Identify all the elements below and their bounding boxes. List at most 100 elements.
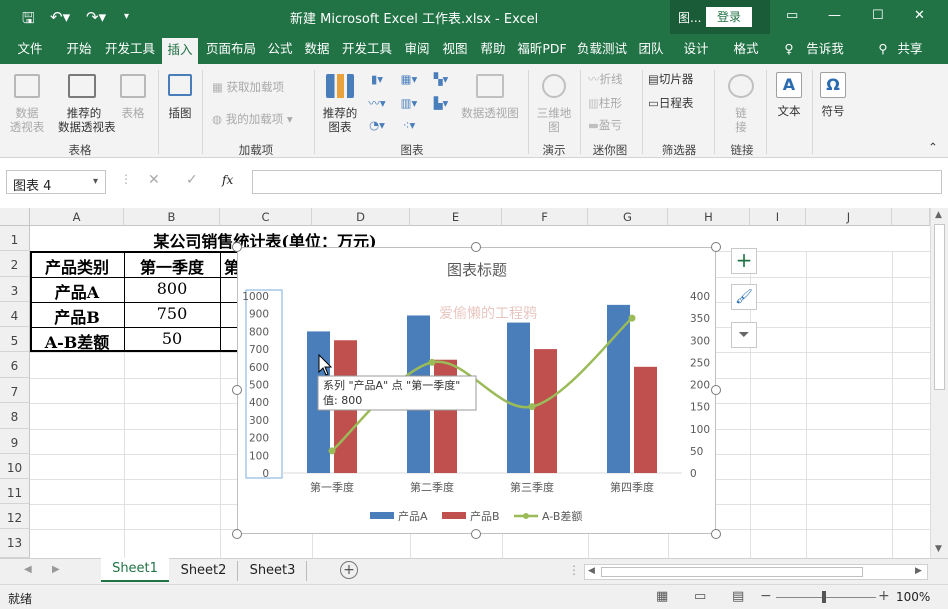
pivot-chart-button[interactable]: 数据透视图 — [458, 106, 522, 120]
column-header-g[interactable]: G — [588, 208, 668, 226]
tab-help[interactable]: 帮助 — [476, 34, 510, 64]
combo-chart-icon[interactable]: ▙▾ — [428, 96, 454, 110]
zoom-slider-thumb[interactable] — [822, 591, 826, 603]
enter-icon[interactable]: ✓ — [186, 172, 198, 188]
waterfall-chart-icon[interactable]: ▚▾ — [428, 72, 454, 86]
formula-input[interactable] — [252, 170, 942, 194]
name-box[interactable]: 图表 4 ▾ — [6, 170, 106, 194]
chart-object[interactable]: 爱偷懒的工程鸦 图表标题 0 100 200 300 400 500 600 700 800 900 1… — [237, 247, 716, 534]
tab-format[interactable]: 格式 — [726, 34, 766, 64]
resize-handle-sw[interactable] — [232, 529, 242, 539]
row-header-6[interactable]: 6 — [0, 352, 30, 378]
tab-page-layout[interactable]: 页面布局 — [202, 34, 260, 64]
scroll-right-icon[interactable]: ▶ — [915, 566, 922, 576]
row-header-5[interactable]: 5 — [0, 327, 30, 352]
recommended-charts-button[interactable]: 推荐的 图表 — [318, 106, 362, 134]
column-header-c[interactable]: C — [220, 208, 312, 226]
column-header-i[interactable]: I — [750, 208, 806, 226]
timeline-button[interactable]: ▭日程表 — [648, 96, 708, 110]
resize-handle-se[interactable] — [711, 529, 721, 539]
prev-sheet-icon[interactable]: ◀ — [24, 564, 32, 575]
column-header-j[interactable]: J — [806, 208, 892, 226]
resize-handle-e[interactable] — [711, 385, 721, 395]
column-header-k[interactable] — [892, 208, 930, 226]
chart-styles-brush-icon[interactable]: 🖌 — [731, 284, 757, 310]
pivot-table-button[interactable]: 数据 透视表 — [4, 106, 50, 134]
column-chart-icon[interactable]: ▮▾ — [364, 72, 390, 86]
tab-review[interactable]: 审阅 — [400, 34, 434, 64]
tab-design[interactable]: 设计 — [676, 34, 716, 64]
pie-chart-icon[interactable]: ◔▾ — [364, 118, 390, 132]
line-chart-icon[interactable]: 〰▾ — [364, 96, 390, 110]
split-handle-icon[interactable]: ⋮ — [568, 563, 580, 577]
collapse-ribbon-icon[interactable]: ⌃ — [926, 140, 940, 154]
scroll-down-icon[interactable]: ▼ — [935, 544, 942, 554]
row-header-11[interactable]: 11 — [0, 479, 30, 504]
resize-handle-n[interactable] — [471, 242, 481, 252]
maximize-icon[interactable]: ☐ — [872, 8, 884, 23]
illustrations-button[interactable]: 插图 — [162, 106, 198, 120]
row-label-diff[interactable]: A-B差额 — [30, 329, 124, 353]
row-header-10[interactable]: 10 — [0, 454, 30, 479]
resize-handle-s[interactable] — [471, 529, 481, 539]
column-header-a[interactable]: A — [30, 208, 124, 226]
customize-qat-icon[interactable]: ▾ — [124, 11, 129, 22]
select-all-corner[interactable] — [0, 208, 30, 226]
3d-map-button[interactable]: 三维地 图 — [532, 106, 576, 134]
zoom-slider[interactable] — [776, 597, 876, 598]
resize-handle-nw[interactable] — [232, 242, 242, 252]
scroll-up-icon[interactable]: ▲ — [935, 210, 942, 220]
row-header-9[interactable]: 9 — [0, 429, 30, 454]
sparkline-column-button[interactable]: ▥柱形 — [588, 96, 638, 110]
column-header-b[interactable]: B — [124, 208, 220, 226]
row-header-12[interactable]: 12 — [0, 504, 30, 529]
column-header-f[interactable]: F — [502, 208, 588, 226]
text-button[interactable]: 文本 — [772, 104, 806, 118]
slicer-button[interactable]: ▤切片器 — [648, 72, 708, 86]
resize-handle-w[interactable] — [232, 385, 242, 395]
sheet-tab-1[interactable]: Sheet1 — [101, 558, 169, 582]
zoom-level[interactable]: 100% — [896, 590, 930, 604]
save-icon[interactable]: 🖫 — [22, 8, 35, 33]
row-header-8[interactable]: 8 — [0, 403, 30, 429]
resize-handle-ne[interactable] — [711, 242, 721, 252]
column-header-e[interactable]: E — [410, 208, 502, 226]
fx-icon[interactable]: fx — [222, 173, 233, 187]
zoom-out-icon[interactable]: − — [760, 588, 772, 604]
vertical-scrollbar[interactable]: ▲ ▼ — [930, 208, 948, 558]
minimize-icon[interactable]: — — [828, 8, 841, 23]
close-icon[interactable]: ✕ — [914, 8, 925, 23]
header-cell-q1[interactable]: 第一季度 — [124, 254, 220, 278]
redo-icon[interactable]: ↷▾ — [86, 8, 106, 26]
statistic-chart-icon[interactable]: ▥▾ — [396, 96, 422, 110]
tab-data[interactable]: 数据 — [300, 34, 334, 64]
column-header-h[interactable]: H — [668, 208, 750, 226]
sheet-tab-3[interactable]: Sheet3 — [239, 561, 307, 581]
horizontal-scrollbar[interactable]: ◀ ▶ — [584, 564, 928, 580]
scatter-chart-icon[interactable]: ⁖▾ — [396, 118, 422, 132]
row-header-3[interactable]: 3 — [0, 277, 30, 302]
header-cell-category[interactable]: 产品类别 — [30, 254, 124, 278]
scroll-left-icon[interactable]: ◀ — [588, 566, 595, 576]
symbol-button[interactable]: 符号 — [816, 104, 850, 118]
row-label-product-b[interactable]: 产品B — [30, 304, 124, 328]
sparkline-line-button[interactable]: 〰折线 — [588, 72, 638, 86]
tab-file[interactable]: 文件 — [10, 34, 50, 64]
add-sheet-icon[interactable]: + — [340, 561, 358, 579]
link-button[interactable]: 链 接 — [724, 106, 758, 134]
row-header-4[interactable]: 4 — [0, 302, 30, 327]
value-diff-q1[interactable]: 50 — [124, 329, 220, 348]
name-box-dropdown-icon[interactable]: ▾ — [93, 176, 98, 187]
tab-foxit-pdf[interactable]: 福昕PDF — [514, 34, 570, 64]
header-cell-q2-partial[interactable]: 第 — [220, 254, 237, 278]
undo-icon[interactable]: ↶▾ — [50, 8, 70, 26]
table-button[interactable]: 表格 — [114, 106, 152, 120]
vertical-scroll-thumb[interactable] — [934, 224, 945, 390]
chart-elements-button[interactable]: + — [731, 248, 757, 274]
sparkline-winloss-button[interactable]: ▬盈亏 — [588, 118, 638, 132]
row-header-2[interactable]: 2 — [0, 251, 30, 277]
share-button[interactable]: 共享 — [892, 34, 928, 64]
chart-filters-funnel-icon[interactable]: ⏷ — [731, 322, 757, 348]
row-header-1[interactable]: 1 — [0, 226, 30, 251]
login-button[interactable]: 登录 — [706, 7, 752, 27]
